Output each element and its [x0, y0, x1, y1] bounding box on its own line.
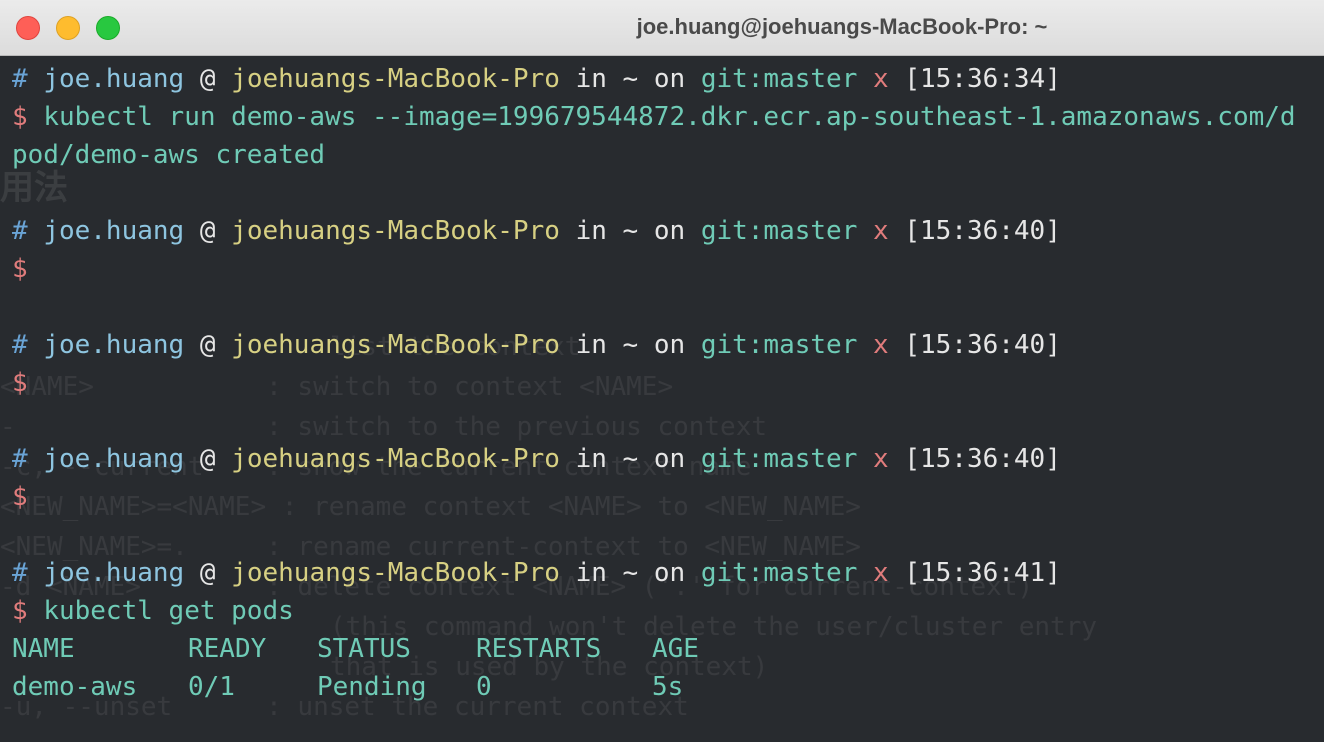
prompt-hash: #: [12, 558, 28, 588]
prompt-in: in: [575, 216, 607, 246]
prompt-user: joe.huang: [43, 444, 185, 474]
command-line: $: [12, 478, 1324, 516]
prompt-dir: ~: [622, 330, 639, 360]
prompt-dirty-mark: x: [873, 64, 889, 94]
prompt-time: [15:36:40]: [904, 444, 1061, 474]
prompt-branch: git:master: [700, 64, 858, 94]
dollar-sign: $: [12, 102, 28, 132]
prompt-host: joehuangs-MacBook-Pro: [231, 216, 560, 246]
column-header-name: NAME: [12, 634, 75, 664]
prompt-host: joehuangs-MacBook-Pro: [231, 64, 560, 94]
prompt-line: # joe.huang @ joehuangs-MacBook-Pro in ~…: [12, 326, 1324, 364]
prompt-host: joehuangs-MacBook-Pro: [231, 330, 560, 360]
pod-restarts-cell: 0: [476, 672, 492, 702]
window-title: joe.huang@joehuangs-MacBook-Pro: ~: [636, 14, 1048, 39]
prompt-branch: git:master: [700, 216, 858, 246]
prompt-user: joe.huang: [43, 558, 185, 588]
prompt-line: # joe.huang @ joehuangs-MacBook-Pro in ~…: [12, 60, 1324, 98]
prompt-dir: ~: [622, 558, 639, 588]
prompt-dirty-mark: x: [873, 330, 889, 360]
command-output: pod/demo-aws created: [12, 136, 1324, 174]
terminal-window: joe.huang@joehuangs-MacBook-Pro: ~ 用法 li…: [0, 0, 1324, 742]
prompt-dirty-mark: x: [873, 216, 889, 246]
terminal-output[interactable]: # joe.huang @ joehuangs-MacBook-Pro in ~…: [12, 60, 1324, 742]
prompt-at: @: [199, 330, 216, 360]
prompt-host: joehuangs-MacBook-Pro: [231, 558, 560, 588]
pod-age-cell: 5s: [652, 672, 684, 702]
prompt-at: @: [199, 64, 216, 94]
prompt-user: joe.huang: [43, 216, 185, 246]
prompt-user: joe.huang: [43, 64, 185, 94]
command-line: $ kubectl get pods: [12, 592, 1324, 630]
prompt-hash: #: [12, 216, 28, 246]
prompt-in: in: [575, 444, 607, 474]
prompt-at: @: [199, 558, 216, 588]
prompt-on: on: [653, 64, 686, 94]
column-header-age: AGE: [652, 634, 699, 664]
prompt-dir: ~: [622, 64, 639, 94]
prompt-branch: git:master: [700, 444, 858, 474]
pod-name-cell: demo-aws: [12, 672, 138, 702]
kubectl-get-command: kubectl get pods: [43, 596, 294, 626]
command-line: $: [12, 250, 1324, 288]
command-line: $ kubectl run demo-aws --image=199679544…: [12, 98, 1324, 136]
prompt-on: on: [653, 444, 686, 474]
prompt-on: on: [653, 216, 686, 246]
column-header-restarts: RESTARTS: [476, 634, 602, 664]
prompt-host: joehuangs-MacBook-Pro: [231, 444, 560, 474]
pod-status-cell: Pending: [317, 672, 427, 702]
column-header-ready: READY: [188, 634, 267, 664]
prompt-branch: git:master: [700, 330, 858, 360]
prompt-hash: #: [12, 330, 28, 360]
prompt-branch: git:master: [700, 558, 858, 588]
prompt-time: [15:36:34]: [904, 64, 1061, 94]
prompt-hash: #: [12, 64, 28, 94]
prompt-hash: #: [12, 444, 28, 474]
prompt-in: in: [575, 558, 607, 588]
dollar-sign: $: [12, 368, 28, 398]
title-bar: joe.huang@joehuangs-MacBook-Pro: ~: [0, 0, 1324, 56]
prompt-time: [15:36:40]: [904, 216, 1061, 246]
pod-ready-cell: 0/1: [188, 672, 235, 702]
prompt-dirty-mark: x: [873, 558, 889, 588]
prompt-line: # joe.huang @ joehuangs-MacBook-Pro in ~…: [12, 440, 1324, 478]
prompt-dir: ~: [622, 216, 639, 246]
prompt-time: [15:36:40]: [904, 330, 1061, 360]
prompt-line: # joe.huang @ joehuangs-MacBook-Pro in ~…: [12, 212, 1324, 250]
prompt-dir: ~: [622, 444, 639, 474]
prompt-on: on: [653, 330, 686, 360]
prompt-user: joe.huang: [43, 330, 185, 360]
dollar-sign: $: [12, 254, 28, 284]
prompt-in: in: [575, 330, 607, 360]
dollar-sign: $: [12, 482, 28, 512]
command-line: $: [12, 364, 1324, 402]
table-row: demo-aws 0/1 Pending 0 5s: [12, 668, 1324, 706]
column-header-status: STATUS: [317, 634, 411, 664]
prompt-dirty-mark: x: [873, 444, 889, 474]
kubectl-run-command: kubectl run demo-aws --image=19967954487…: [43, 102, 1296, 132]
prompt-time: [15:36:41]: [904, 558, 1061, 588]
prompt-on: on: [653, 558, 686, 588]
run-output-text: pod/demo-aws created: [12, 140, 326, 170]
prompt-at: @: [199, 216, 216, 246]
prompt-at: @: [199, 444, 216, 474]
dollar-sign: $: [12, 596, 28, 626]
prompt-in: in: [575, 64, 607, 94]
pods-table-header: NAME READY STATUS RESTARTS AGE: [12, 630, 1324, 668]
prompt-line: # joe.huang @ joehuangs-MacBook-Pro in ~…: [12, 554, 1324, 592]
